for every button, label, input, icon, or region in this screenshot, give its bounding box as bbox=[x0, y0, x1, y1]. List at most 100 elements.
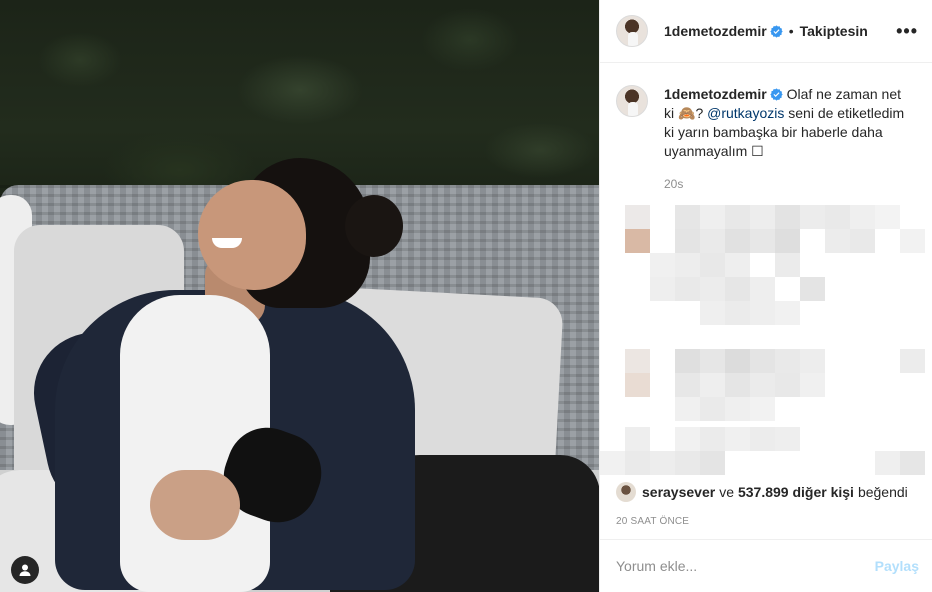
blur-block bbox=[750, 277, 775, 301]
blur-block bbox=[675, 253, 700, 277]
avatar[interactable] bbox=[616, 15, 648, 47]
liker-username[interactable]: seraysever bbox=[642, 484, 715, 500]
user-tag-icon[interactable] bbox=[11, 556, 39, 584]
blur-block bbox=[725, 229, 750, 253]
post-header: 1demetozdemir • Takiptesin ••• bbox=[600, 0, 932, 63]
more-options-icon[interactable]: ••• bbox=[896, 22, 918, 40]
blur-block bbox=[775, 205, 800, 229]
likes-count-link[interactable]: 537.899 diğer kişi bbox=[738, 484, 854, 500]
blur-block bbox=[675, 277, 700, 301]
post-caption: 1demetozdemir Olaf ne zaman net ki 🙈? @r… bbox=[600, 63, 932, 191]
blur-block bbox=[800, 349, 825, 373]
blur-block bbox=[700, 277, 725, 301]
blur-block bbox=[650, 451, 675, 475]
blur-block bbox=[800, 277, 825, 301]
header-username[interactable]: 1demetozdemir bbox=[664, 23, 767, 39]
blur-block bbox=[850, 229, 875, 253]
caption-end-glyph: ☐ bbox=[751, 143, 764, 159]
blur-block bbox=[675, 427, 700, 451]
likes-suffix: beğendi bbox=[857, 484, 908, 500]
caption-mention-link[interactable]: @rutkayozis bbox=[707, 105, 784, 121]
verified-badge-icon bbox=[770, 88, 783, 101]
blur-block bbox=[725, 205, 750, 229]
comment-bar: Paylaş bbox=[600, 539, 932, 592]
blurred-comments-area bbox=[600, 205, 932, 477]
blur-block bbox=[750, 373, 775, 397]
blur-block bbox=[725, 397, 750, 421]
blur-block bbox=[700, 205, 725, 229]
blur-block bbox=[725, 253, 750, 277]
blur-block bbox=[625, 349, 650, 373]
post-date: 20 SAAT ÖNCE bbox=[616, 516, 690, 527]
post-photo[interactable] bbox=[0, 0, 599, 592]
blur-block bbox=[675, 397, 700, 421]
blur-block bbox=[675, 205, 700, 229]
blur-block bbox=[900, 349, 925, 373]
blur-block bbox=[800, 205, 825, 229]
blur-block bbox=[675, 373, 700, 397]
blur-block bbox=[775, 301, 800, 325]
blur-block bbox=[675, 451, 700, 475]
liker-avatar[interactable] bbox=[616, 482, 636, 502]
blur-block bbox=[850, 205, 875, 229]
blur-block bbox=[750, 205, 775, 229]
user-silhouette-icon bbox=[19, 564, 31, 576]
blur-block bbox=[750, 229, 775, 253]
blur-block bbox=[750, 427, 775, 451]
blur-block bbox=[650, 277, 675, 301]
likes-summary: seraysever ve 537.899 diğer kişi beğendi bbox=[600, 482, 932, 502]
blur-block bbox=[700, 301, 725, 325]
blur-block bbox=[725, 373, 750, 397]
follow-status-button[interactable]: Takiptesin bbox=[800, 23, 868, 39]
caption-text: 1demetozdemir Olaf ne zaman net ki 🙈? @r… bbox=[664, 85, 914, 161]
blur-block bbox=[775, 229, 800, 253]
blur-block bbox=[725, 277, 750, 301]
blur-block bbox=[700, 397, 725, 421]
verified-badge-icon bbox=[770, 24, 783, 38]
blur-block bbox=[675, 229, 700, 253]
blur-block bbox=[625, 427, 650, 451]
blur-block bbox=[900, 229, 925, 253]
woman-face bbox=[198, 180, 306, 290]
blur-block bbox=[675, 349, 700, 373]
blur-block bbox=[825, 229, 850, 253]
woman-hand bbox=[150, 470, 240, 540]
blur-block bbox=[825, 205, 850, 229]
caption-username[interactable]: 1demetozdemir bbox=[664, 86, 767, 102]
post-detail-panel: 1demetozdemir • Takiptesin ••• 1demetozd… bbox=[599, 0, 932, 592]
caption-avatar[interactable] bbox=[616, 85, 648, 117]
blur-block bbox=[700, 253, 725, 277]
blur-block bbox=[625, 205, 650, 229]
blur-block bbox=[625, 373, 650, 397]
blur-block bbox=[750, 301, 775, 325]
blur-block bbox=[625, 229, 650, 253]
blur-block bbox=[775, 349, 800, 373]
likes-connector: ve bbox=[719, 484, 734, 500]
hair-bun bbox=[345, 195, 403, 257]
blur-block bbox=[700, 427, 725, 451]
blur-block bbox=[750, 397, 775, 421]
blur-block bbox=[700, 451, 725, 475]
caption-timestamp: 20s bbox=[664, 177, 684, 191]
blur-block bbox=[700, 229, 725, 253]
share-button[interactable]: Paylaş bbox=[875, 558, 919, 574]
caption-emoji: 🙈? bbox=[678, 105, 704, 121]
blur-block bbox=[725, 349, 750, 373]
blur-block bbox=[700, 373, 725, 397]
blur-block bbox=[625, 451, 650, 475]
blur-block bbox=[725, 427, 750, 451]
blur-block bbox=[700, 349, 725, 373]
blur-block bbox=[600, 451, 625, 475]
blur-block bbox=[775, 253, 800, 277]
blur-block bbox=[800, 373, 825, 397]
separator-dot: • bbox=[788, 23, 794, 39]
blur-block bbox=[750, 349, 775, 373]
blur-block bbox=[775, 427, 800, 451]
blur-block bbox=[775, 373, 800, 397]
blur-block bbox=[875, 205, 900, 229]
comment-input[interactable] bbox=[616, 558, 875, 574]
blur-block bbox=[725, 301, 750, 325]
blur-block bbox=[900, 451, 925, 475]
blur-block bbox=[875, 451, 900, 475]
blur-block bbox=[650, 253, 675, 277]
